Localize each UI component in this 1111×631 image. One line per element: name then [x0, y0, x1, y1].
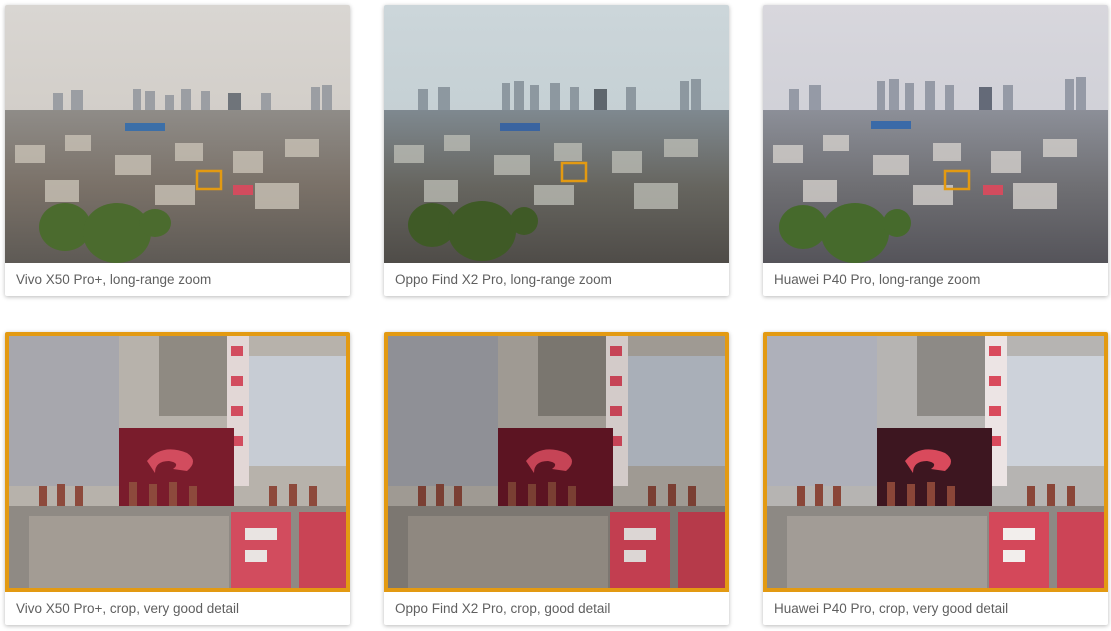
vivo-zoom-photo[interactable]: [5, 5, 350, 263]
huawei-crop-photo[interactable]: [763, 332, 1108, 592]
oppo-zoom-photo[interactable]: [384, 5, 729, 263]
card-caption: Vivo X50 Pro+, crop, very good detail: [16, 601, 240, 616]
paris-skyline-image: [5, 5, 350, 263]
paris-skyline-image: [763, 5, 1108, 263]
card-caption: Vivo X50 Pro+, long-range zoom: [16, 272, 212, 287]
rooftop-chimney-crop-image: [9, 336, 346, 588]
vivo-crop-photo[interactable]: [5, 332, 350, 592]
card-caption: Oppo Find X2 Pro, long-range zoom: [395, 272, 612, 287]
huawei-zoom-card[interactable]: Huawei P40 Pro, long-range zoom: [763, 5, 1108, 296]
rooftop-chimney-crop-image: [388, 336, 725, 588]
vivo-zoom-card[interactable]: Vivo X50 Pro+, long-range zoom: [5, 5, 350, 296]
oppo-zoom-card[interactable]: Oppo Find X2 Pro, long-range zoom: [384, 5, 729, 296]
photo-comparison-gallery: Vivo X50 Pro+, long-range zoom Oppo Find…: [0, 0, 1111, 631]
rooftop-chimney-crop-image: [767, 336, 1104, 588]
card-caption: Huawei P40 Pro, crop, very good detail: [774, 601, 1009, 616]
paris-skyline-image: [384, 5, 729, 263]
card-caption: Huawei P40 Pro, long-range zoom: [774, 272, 981, 287]
vivo-crop-card[interactable]: Vivo X50 Pro+, crop, very good detail: [5, 332, 350, 625]
huawei-crop-card[interactable]: Huawei P40 Pro, crop, very good detail: [763, 332, 1108, 625]
card-caption: Oppo Find X2 Pro, crop, good detail: [395, 601, 611, 616]
huawei-zoom-photo[interactable]: [763, 5, 1108, 263]
oppo-crop-photo[interactable]: [384, 332, 729, 592]
oppo-crop-card[interactable]: Oppo Find X2 Pro, crop, good detail: [384, 332, 729, 625]
